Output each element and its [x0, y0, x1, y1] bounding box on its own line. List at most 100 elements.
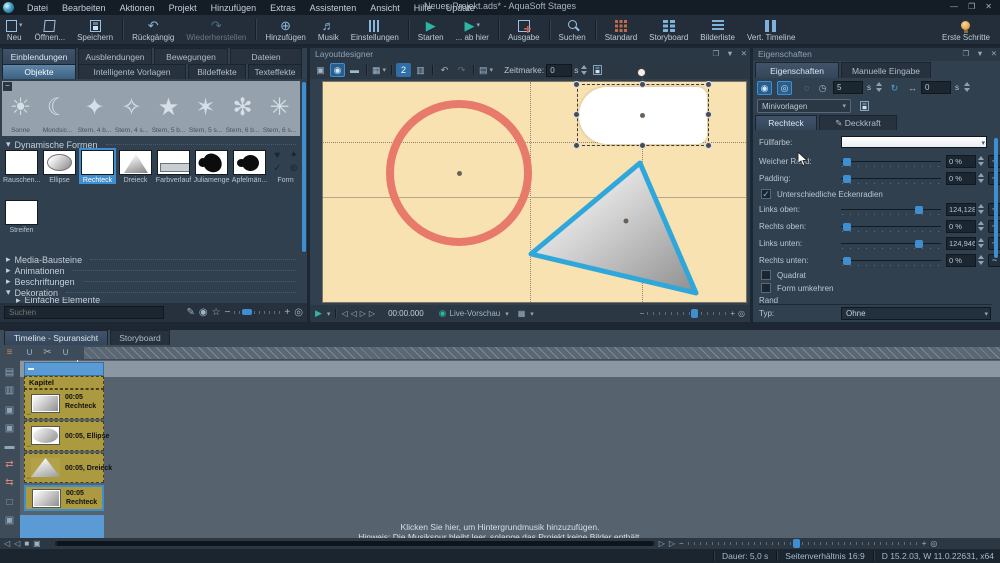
- music-hint-line1[interactable]: Klicken Sie hier, um Hintergrundmusik hi…: [0, 522, 1000, 532]
- menu-extras[interactable]: Extras: [263, 2, 303, 14]
- eckenradien-checkbox[interactable]: ✓: [761, 189, 771, 199]
- menu-hinzufuegen[interactable]: Hinzufügen: [204, 2, 264, 14]
- canvas-zoom-out[interactable]: −: [640, 309, 645, 318]
- tab-einblendungen[interactable]: Einblendungen: [2, 48, 76, 64]
- cut-icon[interactable]: ✂: [40, 347, 55, 358]
- canvas-zoom-in[interactable]: +: [730, 309, 735, 318]
- section-dynamische-formen[interactable]: ▾ Dynamische Formen: [6, 139, 296, 150]
- chapter-label-strip[interactable]: Kapitel: [24, 376, 104, 389]
- menu-aktionen[interactable]: Aktionen: [113, 2, 162, 14]
- gallery-item-stern6s[interactable]: ✳Stern, 6 s...: [261, 81, 298, 136]
- top-right-spinner[interactable]: [977, 220, 985, 232]
- resize-handle-s[interactable]: [639, 142, 646, 149]
- imagelist-view-button[interactable]: Bilderliste: [694, 15, 741, 44]
- menu-datei[interactable]: Datei: [20, 2, 55, 14]
- padding-slider[interactable]: [841, 175, 941, 184]
- tab-manuelle-eingabe[interactable]: Manuelle Eingabe: [841, 62, 931, 78]
- top-right-slider[interactable]: [841, 223, 941, 232]
- left-panel-scrollbar[interactable]: [302, 82, 306, 252]
- padding-value[interactable]: 0 %: [946, 172, 976, 185]
- top-left-slider[interactable]: [841, 206, 941, 215]
- frame-button[interactable]: ▣: [33, 539, 41, 548]
- panel-pin-icon[interactable]: ▼: [726, 49, 733, 58]
- tab-bildeffekte[interactable]: Bildeffekte: [188, 64, 246, 79]
- new-button[interactable]: ▾ Neu: [0, 15, 29, 44]
- track-rows-icon[interactable]: ▤: [2, 367, 17, 378]
- gallery-item-stern5s[interactable]: ✶Stern, 5 s...: [187, 81, 224, 136]
- panel-maximize-icon[interactable]: ❐: [963, 49, 970, 58]
- top-right-value[interactable]: 0 %: [946, 220, 976, 233]
- step-forward-button[interactable]: ▷: [360, 309, 366, 318]
- storyboard-view-button[interactable]: Storyboard: [643, 15, 694, 44]
- dyn-item-farbverlauf[interactable]: Farbverlauf: [155, 150, 192, 184]
- search-input[interactable]: [4, 306, 164, 319]
- search-button[interactable]: Suchen: [553, 15, 592, 44]
- first-steps-button[interactable]: Erste Schritte: [936, 15, 1000, 44]
- offset-input[interactable]: 0: [921, 81, 951, 94]
- timeline-item-rechteck-1[interactable]: 00:05Rechteck ↔: [24, 389, 104, 419]
- pencil-icon[interactable]: ✎: [186, 308, 194, 318]
- resize-handle-se[interactable]: [705, 142, 712, 149]
- close-button[interactable]: ✕: [985, 2, 992, 11]
- skip-forward-button[interactable]: ▷: [369, 309, 375, 318]
- timeline-zoom-in[interactable]: +: [922, 539, 927, 548]
- bottom-right-value[interactable]: 0 %: [946, 254, 976, 267]
- timeline-item-rechteck-2-selected[interactable]: 00:05Rechteck: [24, 485, 104, 511]
- duration-spinner[interactable]: [875, 81, 883, 93]
- tab-timeline-spuransicht[interactable]: Timeline - Spuransicht: [4, 330, 108, 345]
- duplicate2-icon[interactable]: ▣: [2, 423, 17, 434]
- prev-keyframe-icon[interactable]: ↶: [437, 63, 452, 77]
- settings-button[interactable]: Einstellungen: [345, 15, 405, 44]
- thumbnail-size-slider[interactable]: [234, 311, 280, 314]
- duplicate-icon[interactable]: ▣: [2, 405, 17, 416]
- dyn-item-rauschen[interactable]: Rauschen...: [3, 150, 40, 184]
- restore-button[interactable]: ❐: [968, 2, 975, 11]
- stop-button[interactable]: ■: [24, 539, 29, 548]
- menu-ansicht[interactable]: Ansicht: [363, 2, 407, 14]
- start-from-here-button[interactable]: ▶▾ ... ab hier: [450, 15, 495, 44]
- timeline-zoom-slider[interactable]: [688, 542, 918, 545]
- dyn-item-ellipse[interactable]: Ellipse: [41, 150, 78, 184]
- tab-storyboard[interactable]: Storyboard: [110, 330, 170, 345]
- add-button[interactable]: ⊕ Hinzufügen: [259, 15, 311, 44]
- section-animationen[interactable]: ▸Animationen: [6, 265, 296, 276]
- reset-zoom-icon[interactable]: ◎: [294, 308, 303, 318]
- preview-play-button[interactable]: ▶: [315, 308, 322, 319]
- top-left-spinner[interactable]: [977, 203, 985, 215]
- menu-assistenten[interactable]: Assistenten: [303, 2, 364, 14]
- start-button[interactable]: ▶ Starten: [412, 15, 450, 44]
- border-type-select[interactable]: Ohne▾: [841, 307, 991, 320]
- stretch-handle-icon[interactable]: ↔: [26, 475, 32, 481]
- tab-texteffekte[interactable]: Texteffekte: [248, 64, 302, 79]
- output-button[interactable]: Ausgabe: [502, 15, 546, 44]
- live-preview-label[interactable]: Live-Vorschau: [450, 309, 501, 318]
- minimize-button[interactable]: —: [950, 2, 958, 11]
- bottom-left-value[interactable]: 124,946: [946, 237, 976, 250]
- transition-icon[interactable]: ∪: [22, 347, 37, 358]
- dyn-item-form[interactable]: ♥ ✦ ✓ ⊕ Form: [267, 150, 304, 184]
- resize-handle-nw[interactable]: [573, 81, 580, 88]
- dyn-item-dreieck[interactable]: Dreieck: [117, 150, 154, 184]
- menu-projekt[interactable]: Projekt: [162, 2, 204, 14]
- canvas-zoom-slider[interactable]: [647, 312, 727, 315]
- zeitmarke-input[interactable]: 0: [546, 64, 572, 77]
- rotation-handle[interactable]: [637, 68, 646, 77]
- menu-bearbeiten[interactable]: Bearbeiten: [55, 2, 113, 14]
- chapter-bar[interactable]: [24, 362, 104, 376]
- zoom-out-icon[interactable]: −: [225, 308, 231, 318]
- slide-canvas[interactable]: [322, 81, 747, 303]
- bar-icon[interactable]: ▬: [2, 441, 17, 452]
- triangle-shape[interactable]: [521, 151, 706, 301]
- stretch-handle-icon[interactable]: ↔: [26, 443, 32, 449]
- soft-edge-slider[interactable]: [841, 158, 941, 167]
- bottom-left-slider[interactable]: [841, 240, 941, 249]
- dyn-item-juliamenge[interactable]: Juliamenge: [193, 150, 230, 184]
- padding-spinner[interactable]: [977, 172, 985, 184]
- minivorlagen-button[interactable]: Minivorlagen ▾: [757, 99, 851, 113]
- stretch-handle-icon[interactable]: ↔: [26, 411, 32, 417]
- bottom-right-spinner[interactable]: [977, 254, 985, 266]
- go-start-button[interactable]: ◁: [4, 539, 10, 548]
- show-path-toggle[interactable]: ◎: [777, 81, 792, 95]
- circle-mode-icon[interactable]: ◉: [330, 63, 345, 77]
- favorites-star-icon[interactable]: ☆: [212, 308, 221, 318]
